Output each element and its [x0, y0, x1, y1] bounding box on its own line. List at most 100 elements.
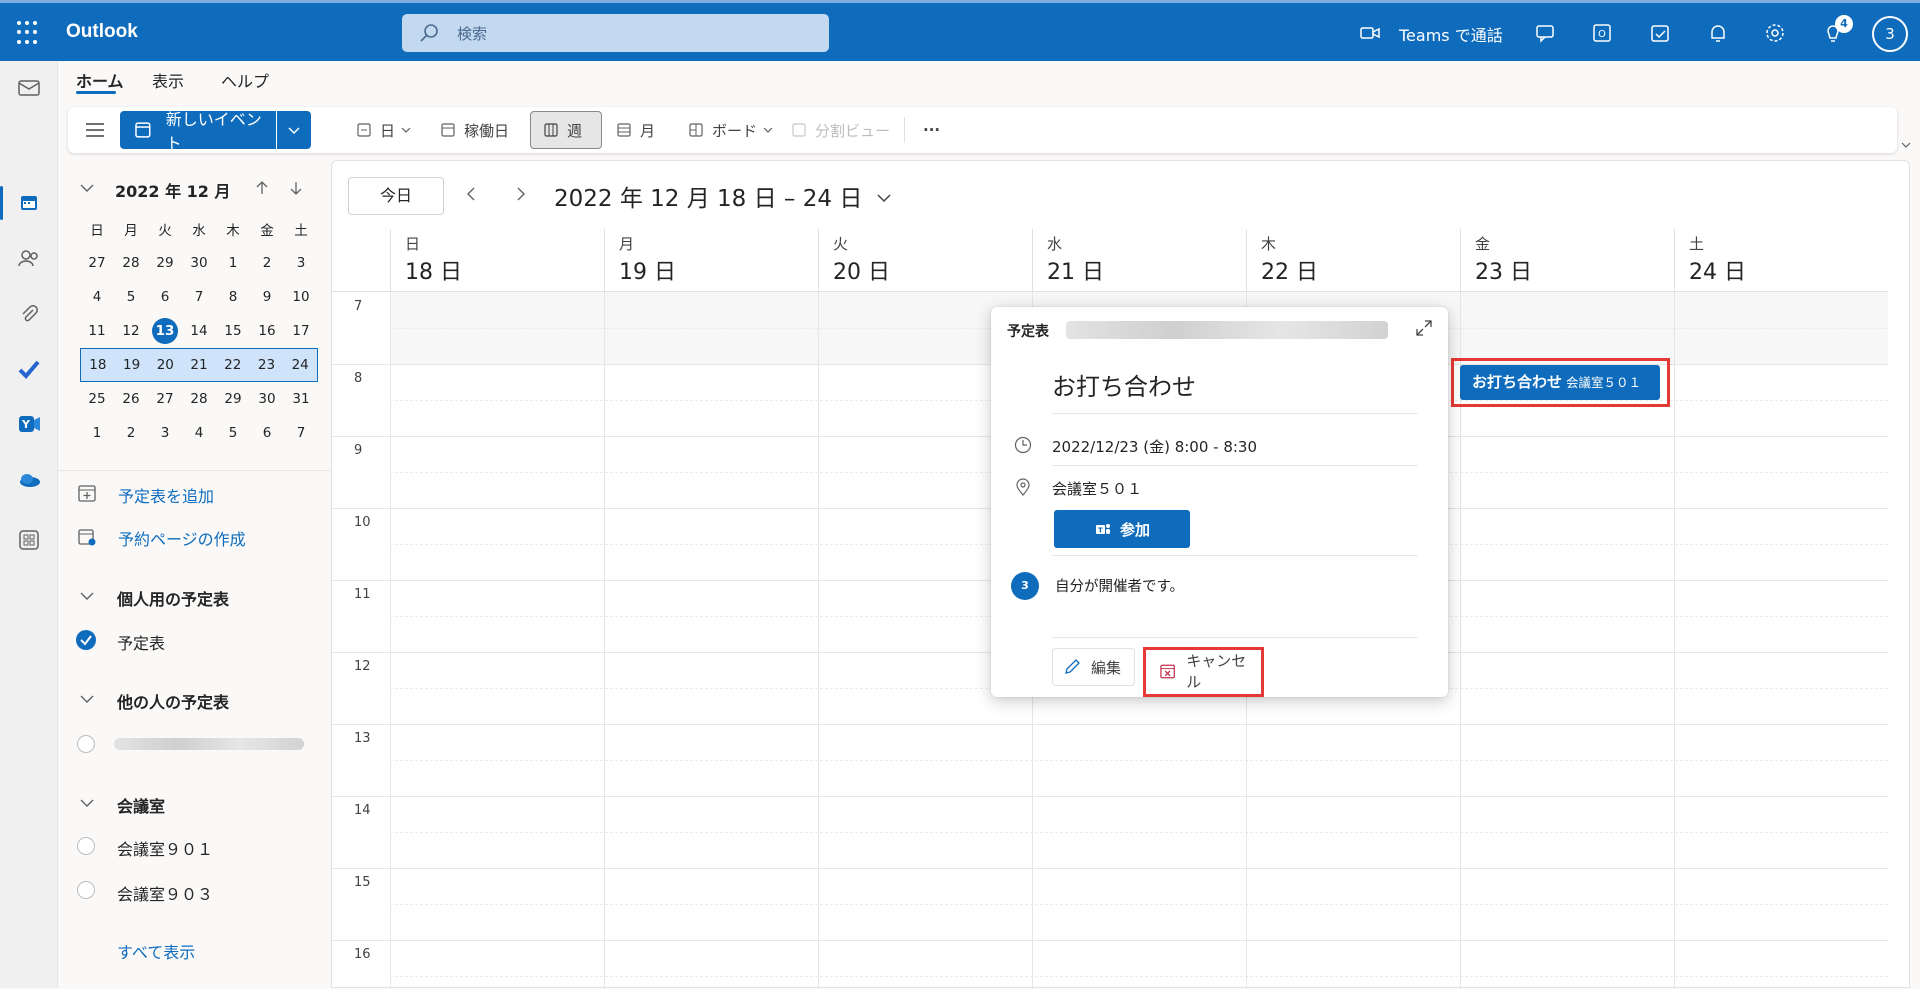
teams-call-button[interactable]: Teams で通話 [1399, 22, 1503, 46]
people-icon[interactable] [16, 245, 42, 271]
minical-day[interactable]: 25 [80, 391, 114, 407]
next-week-icon[interactable] [510, 183, 532, 205]
create-booking-page-link[interactable]: 予約ページの作成 [118, 526, 246, 550]
room-item-901[interactable]: 会議室９０１ [117, 836, 213, 860]
show-all-link[interactable]: すべて表示 [117, 939, 195, 963]
minical-day[interactable]: 19 [115, 357, 149, 373]
expand-icon[interactable] [1415, 319, 1433, 337]
day-header-fri[interactable]: 金 23 日 [1460, 229, 1674, 291]
room-checkbox[interactable] [77, 881, 95, 899]
app-title[interactable]: Outlook [66, 21, 138, 43]
more-apps-icon[interactable] [16, 527, 42, 553]
minical-day[interactable]: 15 [216, 323, 250, 339]
more-options-button[interactable]: ··· [923, 107, 940, 153]
mail-icon[interactable] [16, 75, 42, 101]
minical-day[interactable]: 11 [80, 323, 114, 339]
minical-day[interactable]: 20 [148, 357, 182, 373]
minical-day[interactable]: 4 [80, 289, 114, 305]
today-button[interactable]: 今日 [348, 177, 444, 215]
tab-view[interactable]: 表示 [152, 68, 184, 92]
minical-day[interactable]: 2 [114, 425, 148, 441]
day-view-button[interactable]: 日 [356, 107, 419, 153]
search-input[interactable]: 検索 [402, 14, 829, 52]
minical-day[interactable]: 16 [250, 323, 284, 339]
minical-day[interactable]: 29 [148, 255, 182, 271]
chevron-down-icon[interactable] [79, 180, 95, 196]
minical-day[interactable]: 23 [250, 357, 284, 373]
minical-day[interactable]: 27 [80, 255, 114, 271]
edit-button[interactable]: 編集 [1052, 648, 1135, 686]
calendar-item-default[interactable]: 予定表 [117, 630, 165, 654]
new-event-dropdown[interactable] [277, 111, 311, 149]
day-header-sun[interactable]: 日 18 日 [390, 229, 604, 291]
calendar-event[interactable]: お打ち合わせ 会議室５０１ [1460, 365, 1660, 400]
minical-day[interactable]: 6 [148, 289, 182, 305]
ribbon-collapse-chevron-icon[interactable] [1900, 139, 1912, 151]
attachment-icon[interactable] [16, 301, 42, 327]
join-teams-button[interactable]: T 参加 [1054, 510, 1190, 548]
day-header-wed[interactable]: 水 21 日 [1032, 229, 1246, 291]
minical-day[interactable]: 18 [81, 357, 115, 373]
chevron-down-icon[interactable] [79, 691, 95, 707]
cancel-event-button[interactable]: キャンセル [1149, 652, 1258, 691]
minical-day[interactable]: 9 [250, 289, 284, 305]
calendar-check-icon[interactable] [1648, 21, 1672, 45]
day-header-sat[interactable]: 土 24 日 [1674, 229, 1888, 291]
minical-day-today[interactable]: 13 [148, 318, 182, 344]
minical-day[interactable]: 14 [182, 323, 216, 339]
minical-day[interactable]: 8 [216, 289, 250, 305]
new-event-button[interactable]: 新しいイベント [120, 110, 276, 153]
calendar-checkbox[interactable] [77, 735, 95, 753]
room-item-903[interactable]: 会議室９０３ [117, 881, 213, 905]
minical-day[interactable]: 1 [80, 425, 114, 441]
day-header-tue[interactable]: 火 20 日 [818, 229, 1032, 291]
minical-day[interactable]: 5 [114, 289, 148, 305]
minical-day[interactable]: 21 [182, 357, 216, 373]
todo-icon[interactable] [16, 356, 42, 382]
minical-day[interactable]: 24 [283, 357, 317, 373]
minical-day[interactable]: 7 [284, 425, 318, 441]
room-checkbox[interactable] [77, 837, 95, 855]
hamburger-menu-icon[interactable] [84, 120, 106, 140]
minical-day[interactable]: 27 [148, 391, 182, 407]
tab-home[interactable]: ホーム [76, 68, 124, 92]
others-calendars-header[interactable]: 他の人の予定表 [117, 689, 229, 713]
office-icon[interactable]: O [1590, 21, 1614, 45]
minical-day[interactable]: 12 [114, 323, 148, 339]
calendar-icon[interactable] [16, 190, 42, 216]
minical-month-title[interactable]: 2022 年 12 月 [115, 178, 231, 202]
onedrive-icon[interactable] [16, 467, 42, 493]
split-view-button[interactable]: 分割ビュー [791, 107, 890, 153]
rooms-header[interactable]: 会議室 [117, 793, 165, 817]
week-view-content[interactable]: 週 [543, 107, 582, 153]
minical-day[interactable]: 10 [284, 289, 318, 305]
minical-day[interactable]: 17 [284, 323, 318, 339]
yammer-icon[interactable]: Y [16, 411, 42, 437]
minical-day[interactable]: 26 [114, 391, 148, 407]
previous-week-icon[interactable] [460, 183, 482, 205]
day-header-thu[interactable]: 木 22 日 [1246, 229, 1460, 291]
board-view-button[interactable]: ボード [688, 107, 781, 153]
minical-day[interactable]: 6 [250, 425, 284, 441]
arrow-up-icon[interactable] [254, 180, 270, 196]
minical-day[interactable]: 1 [216, 255, 250, 271]
calendar-checkbox-checked[interactable] [76, 630, 96, 650]
minical-day[interactable]: 30 [182, 255, 216, 271]
minical-day[interactable]: 28 [182, 391, 216, 407]
chat-icon[interactable] [1533, 21, 1557, 45]
add-calendar-link[interactable]: 予定表を追加 [118, 483, 214, 507]
minical-day[interactable]: 3 [284, 255, 318, 271]
tab-help[interactable]: ヘルプ [221, 68, 269, 92]
date-range-title[interactable]: 2022 年 12 月 18 日 – 24 日 [554, 179, 892, 213]
minical-day[interactable]: 28 [114, 255, 148, 271]
minical-day[interactable]: 2 [250, 255, 284, 271]
video-call-icon[interactable] [1358, 21, 1382, 45]
chevron-down-icon[interactable] [79, 795, 95, 811]
minical-day[interactable]: 3 [148, 425, 182, 441]
app-launcher-icon[interactable] [17, 21, 41, 45]
minical-day[interactable]: 29 [216, 391, 250, 407]
chevron-down-icon[interactable] [79, 588, 95, 604]
day-header-mon[interactable]: 月 19 日 [604, 229, 818, 291]
minical-day[interactable]: 22 [216, 357, 250, 373]
minical-day[interactable]: 4 [182, 425, 216, 441]
